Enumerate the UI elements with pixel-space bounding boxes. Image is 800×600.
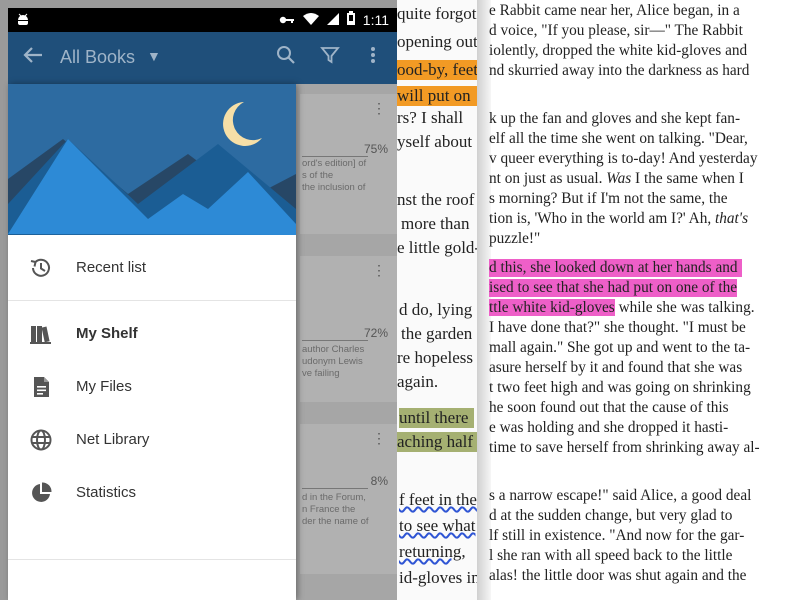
wifi-icon xyxy=(302,12,319,28)
progress-label: 75% xyxy=(363,142,388,156)
text-line: lf still in existence. "And now for the … xyxy=(489,527,745,544)
phone-screen: 1:11 All Books ▼ ⋮ 75% ord's edition] of… xyxy=(0,0,397,600)
text-line: t two feet high and was going on shrinki… xyxy=(489,379,751,396)
text-line: asure herself by it and found that she w… xyxy=(489,359,743,376)
progress-line xyxy=(302,340,368,341)
book-description: d in the Forum, n France the der the name … xyxy=(302,492,369,527)
book-description: author Charles udonym Lewis ve failing xyxy=(302,344,365,379)
text-line: d voice, "If you please, sir—" The Rabbi… xyxy=(489,22,743,39)
text-line: elf all the time she went on talking. "D… xyxy=(489,130,748,147)
library-filter-dropdown[interactable]: All Books xyxy=(60,47,135,68)
highlight-pink[interactable]: ttle white kid-gloves xyxy=(489,299,615,316)
divider xyxy=(8,300,296,301)
menu-item-label: Recent list xyxy=(76,259,147,276)
back-arrow-icon[interactable] xyxy=(22,44,44,72)
pie-chart-icon xyxy=(28,480,54,506)
battery-icon xyxy=(346,11,355,28)
more-vert-icon[interactable]: ⋮ xyxy=(372,100,386,117)
text-line: e little gold- xyxy=(397,238,477,257)
search-icon[interactable] xyxy=(276,45,296,70)
text-line: re hopeless xyxy=(397,348,474,367)
filter-icon[interactable] xyxy=(320,45,340,70)
underline-wavy[interactable]: returning, xyxy=(399,542,466,562)
globe-icon xyxy=(28,427,54,453)
key-icon xyxy=(279,12,295,28)
highlight-green[interactable]: aching half xyxy=(397,432,477,452)
menu-item-my-files[interactable]: My Files xyxy=(8,360,296,413)
text-line: mall again." She got up and went to the … xyxy=(489,339,751,356)
text-line: again. xyxy=(397,372,439,391)
signal-icon xyxy=(326,12,339,28)
book-reader-pages: quite forgot opening out ood-by, feet! w… xyxy=(397,0,800,600)
text-line: the garden xyxy=(401,324,473,343)
status-bar: 1:11 xyxy=(8,8,397,32)
more-vert-icon[interactable]: ⋮ xyxy=(372,430,386,447)
menu-item-statistics[interactable]: Statistics xyxy=(8,466,296,519)
text-line: id-gloves in xyxy=(399,568,477,587)
text-line: quite forgot xyxy=(397,4,477,23)
text-line: rs? I shall xyxy=(397,108,464,127)
text-line: d do, lying xyxy=(399,300,473,319)
text-line: puzzle!" xyxy=(489,230,541,247)
text-line: v queer everything is to-day! And yester… xyxy=(489,150,758,167)
navigation-drawer: Recent list My Shelf My Files Net Librar xyxy=(8,84,296,600)
android-debug-icon xyxy=(16,12,30,29)
highlight-orange[interactable]: ood-by, feet! xyxy=(397,60,477,80)
text-line: s morning? But if I'm not the same, the xyxy=(489,190,728,207)
left-page: quite forgot opening out ood-by, feet! w… xyxy=(397,0,477,600)
progress-label: 72% xyxy=(363,326,388,340)
history-icon xyxy=(28,255,54,281)
underline-wavy[interactable]: to see what xyxy=(399,516,475,536)
app-bar: All Books ▼ xyxy=(8,32,397,84)
text-line: k up the fan and gloves and she kept fan… xyxy=(489,110,741,127)
text-line: e was holding and she dropped it hasti- xyxy=(489,419,729,436)
progress-line xyxy=(302,156,368,157)
highlight-orange[interactable]: will put on xyxy=(397,86,477,106)
text-line: opening out xyxy=(397,32,477,51)
book-card[interactable]: ⋮ 8% d in the Forum, n France the der the … xyxy=(300,424,397,574)
text-line: yself about xyxy=(397,132,473,151)
highlight-pink[interactable]: ised to see that she had put on one of t… xyxy=(489,279,738,297)
bookshelf-icon xyxy=(28,321,54,347)
text-line: nst the roof xyxy=(397,190,475,209)
text-line: s a narrow escape!" said Alice, a good d… xyxy=(489,487,752,504)
text-line: e Rabbit came near her, Alice began, in … xyxy=(489,2,740,19)
more-vert-icon[interactable] xyxy=(370,45,376,70)
book-description: ord's edition] of s of the the inclusion o… xyxy=(302,158,367,193)
text-line: d at the sudden change, but very glad to xyxy=(489,507,733,524)
text-line: nd skurried away into the darkness as ha… xyxy=(489,62,750,79)
menu-item-label: My Files xyxy=(76,378,132,395)
text-line: alas! the little door was shut again and… xyxy=(489,567,747,584)
divider xyxy=(8,559,296,560)
book-card[interactable]: ⋮ 72% author Charles udonym Lewis ve faili… xyxy=(300,256,397,402)
text-line: more than xyxy=(401,214,470,233)
highlight-green[interactable]: until there xyxy=(399,408,475,428)
menu-item-label: My Shelf xyxy=(76,325,138,342)
menu-item-label: Statistics xyxy=(76,484,137,501)
clock: 1:11 xyxy=(362,11,389,28)
progress-label: 8% xyxy=(370,474,388,488)
underline-wavy[interactable]: f feet in the xyxy=(399,490,477,510)
menu-item-label: Net Library xyxy=(76,431,150,448)
highlight-pink[interactable]: d this, she looked down at her hands and xyxy=(489,259,742,277)
drawer-menu: Recent list My Shelf My Files Net Librar xyxy=(8,235,296,566)
book-card[interactable]: ⋮ 75% ord's edition] of s of the the inclu… xyxy=(300,94,397,234)
text-line: l she ran with all speed back to the lit… xyxy=(489,547,733,564)
menu-item-net-library[interactable]: Net Library xyxy=(8,413,296,466)
text-line: he soon found out that the cause of this xyxy=(489,399,729,416)
text-line: tion is, 'Who in the world am I?' Ah, th… xyxy=(489,210,749,227)
more-vert-icon[interactable]: ⋮ xyxy=(372,262,386,279)
chevron-down-icon[interactable]: ▼ xyxy=(147,48,161,64)
text-line: ttle white kid-gloves while she was talk… xyxy=(489,299,755,316)
file-icon xyxy=(28,374,54,400)
right-page: e Rabbit came near her, Alice began, in … xyxy=(489,0,784,600)
menu-item-my-shelf[interactable]: My Shelf xyxy=(8,307,296,360)
text-line: time to save herself from shrinking away… xyxy=(489,439,760,456)
text-line: nt on just as usual. Was I the same when… xyxy=(489,170,744,187)
menu-item-recent-list[interactable]: Recent list xyxy=(8,241,296,294)
text-line: I have done that?" she thought. "I must … xyxy=(489,319,746,336)
text-line: iolently, dropped the white kid-gloves a… xyxy=(489,42,748,59)
progress-line xyxy=(302,488,368,489)
drawer-header-illustration xyxy=(8,84,296,235)
